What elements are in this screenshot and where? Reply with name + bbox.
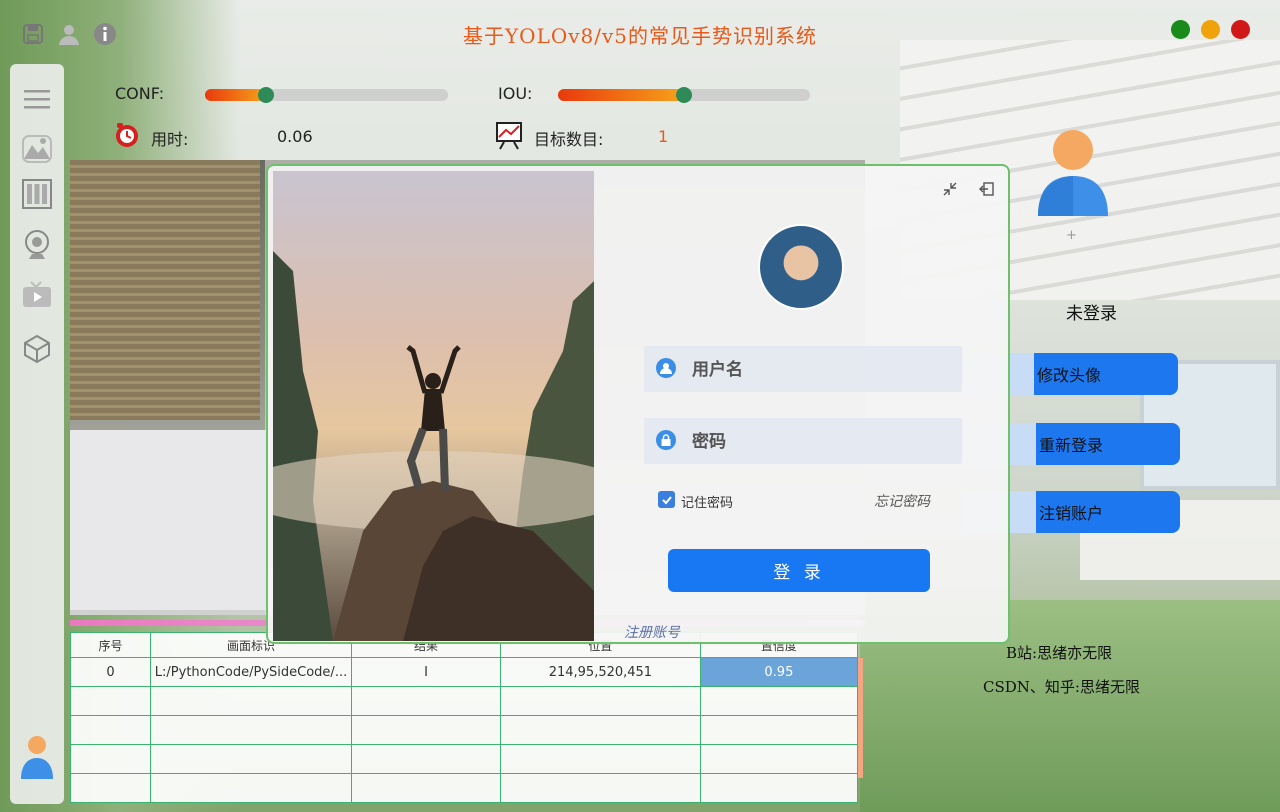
- app-title: 基于YOLOv8/v5的常见手势识别系统: [462, 24, 818, 48]
- minimize-button[interactable]: [1171, 20, 1190, 39]
- cell-position[interactable]: 214,95,520,451: [500, 657, 701, 687]
- conf-label: CONF:: [115, 84, 165, 103]
- table-row[interactable]: 0 L:/PythonCode/PySideCode/... I 214,95,…: [69, 657, 859, 687]
- lock-icon: [656, 430, 676, 450]
- target-count-value: 1: [658, 127, 669, 146]
- cell-source[interactable]: L:/PythonCode/PySideCode/...: [150, 657, 352, 687]
- login-button[interactable]: 登 录: [668, 549, 930, 592]
- folder-icon[interactable]: [20, 177, 54, 211]
- col-index-header: 序号: [69, 632, 152, 658]
- conf-slider-handle[interactable]: [257, 87, 274, 103]
- login-illustration: [273, 171, 594, 641]
- target-count-icon: [496, 122, 522, 150]
- conf-slider[interactable]: [205, 87, 448, 103]
- iou-slider[interactable]: [558, 87, 810, 103]
- register-link[interactable]: 注册账号: [624, 622, 680, 642]
- table-row[interactable]: [69, 715, 859, 745]
- login-dialog: 记住密码 忘记密码 登 录 注册账号: [266, 164, 1010, 644]
- login-status: 未登录: [1066, 304, 1117, 324]
- iou-slider-handle[interactable]: [676, 87, 692, 103]
- target-count-label: 目标数目:: [534, 130, 604, 149]
- forgot-password-link[interactable]: 忘记密码: [874, 491, 930, 511]
- login-avatar: [758, 224, 844, 310]
- password-input[interactable]: [690, 426, 954, 458]
- timer-icon: [114, 122, 140, 148]
- camera-icon[interactable]: [20, 228, 54, 262]
- video-window-blind: [70, 160, 260, 420]
- user-profile-avatar-icon: [1036, 130, 1110, 218]
- cell-index[interactable]: 0: [69, 657, 152, 687]
- results-table: 序号 画面标识 结果 位置 置信度 0 L:/PythonCode/PySide…: [69, 632, 859, 803]
- exit-dialog-icon[interactable]: [978, 180, 996, 198]
- username-input[interactable]: [690, 354, 954, 386]
- close-button[interactable]: [1231, 20, 1250, 39]
- table-row[interactable]: [69, 773, 859, 803]
- cell-result[interactable]: I: [350, 657, 502, 687]
- password-field[interactable]: [644, 418, 962, 464]
- time-value: 0.06: [277, 127, 313, 146]
- video-monitor: [70, 430, 270, 610]
- minimize-dialog-icon[interactable]: [941, 180, 959, 198]
- table-scrollbar[interactable]: [858, 658, 863, 778]
- cell-confidence[interactable]: 0.95: [699, 657, 859, 687]
- model-icon[interactable]: [20, 332, 54, 366]
- maximize-button[interactable]: [1201, 20, 1220, 39]
- remember-label: 记住密码: [681, 496, 734, 511]
- sidebar: [10, 64, 64, 804]
- bilibili-credit: B站:思绪亦无限: [1006, 644, 1113, 662]
- iou-label: IOU:: [498, 84, 533, 103]
- menu-icon[interactable]: [20, 82, 54, 116]
- username-icon: [656, 358, 676, 378]
- add-avatar-plus[interactable]: +: [1066, 228, 1077, 243]
- video-icon[interactable]: [20, 278, 54, 312]
- time-label: 用时:: [151, 130, 189, 149]
- iou-slider-fill: [558, 89, 684, 101]
- image-icon[interactable]: [20, 132, 54, 166]
- table-row[interactable]: [69, 744, 859, 774]
- remember-checkbox[interactable]: [658, 491, 675, 508]
- csdn-credit: CSDN、知乎:思绪无限: [983, 678, 1140, 696]
- table-row[interactable]: [69, 686, 859, 716]
- conf-slider-fill: [205, 89, 266, 101]
- username-field[interactable]: [644, 346, 962, 392]
- user-avatar-icon[interactable]: [20, 736, 54, 779]
